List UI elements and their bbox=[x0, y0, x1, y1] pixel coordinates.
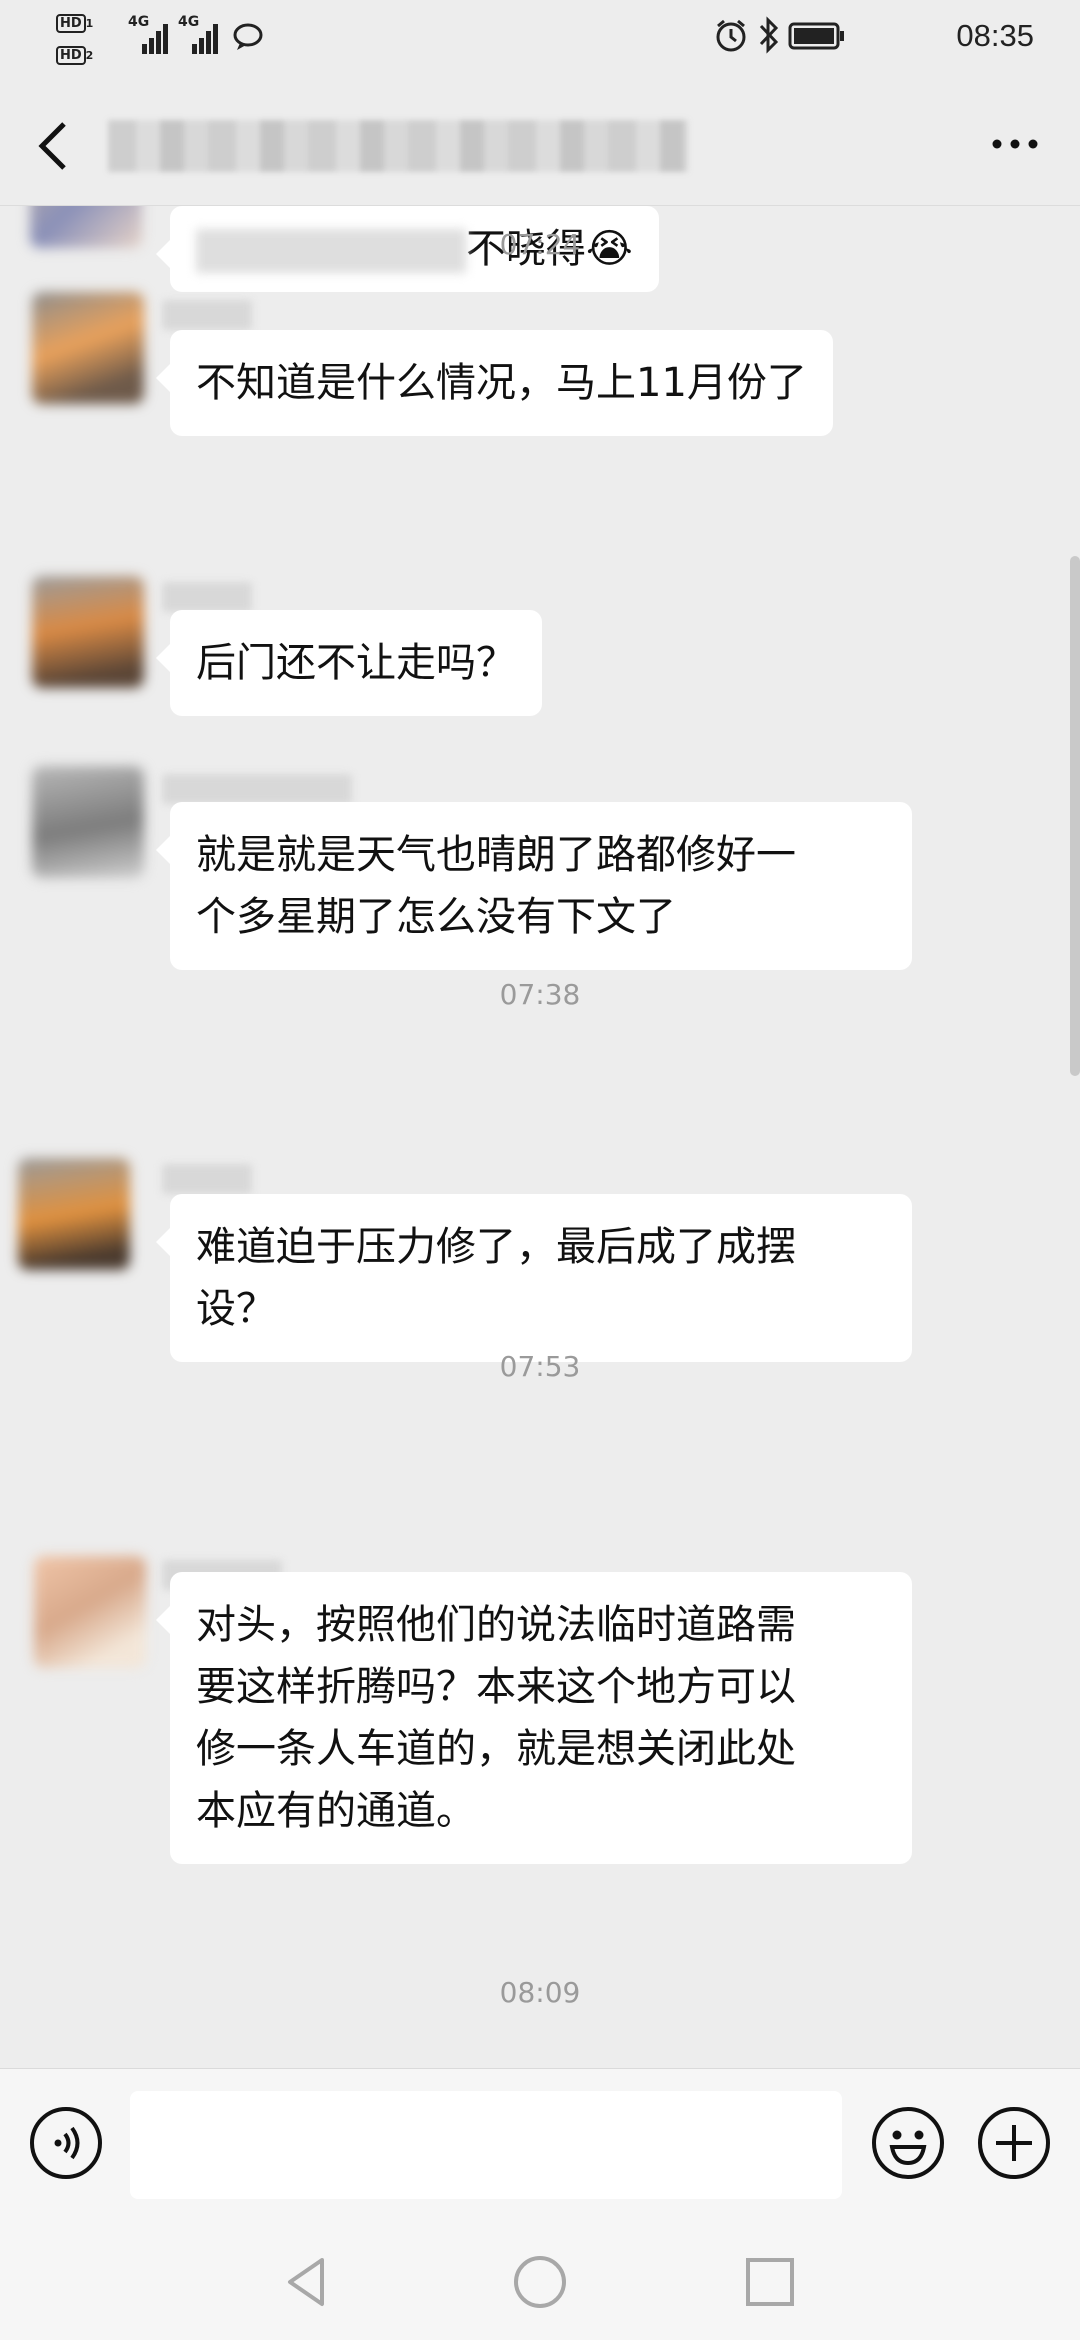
message-line: 难道迫于压力修了，最后成了成摆 bbox=[196, 1224, 796, 1270]
sender-name-blurred bbox=[162, 582, 252, 612]
message-bubble[interactable]: 后门还不让走吗？ bbox=[156, 610, 542, 716]
system-navigation-bar bbox=[0, 2220, 1080, 2340]
hd-badge-1: HD 1 bbox=[56, 10, 102, 34]
more-dots-icon bbox=[980, 139, 1050, 176]
voice-button[interactable] bbox=[28, 2105, 104, 2181]
avatar[interactable] bbox=[18, 1158, 130, 1270]
message-bubble[interactable]: 难道迫于压力修了，最后成了成摆 设？ bbox=[156, 1194, 912, 1362]
hd-index-2: 2 bbox=[85, 49, 94, 62]
avatar[interactable] bbox=[32, 766, 144, 878]
circle-home-icon bbox=[510, 2256, 570, 2316]
system-home-button[interactable] bbox=[510, 2252, 570, 2312]
avatar[interactable] bbox=[34, 1556, 146, 1668]
avatar[interactable] bbox=[32, 292, 144, 404]
message-line: 要这样折腾吗？本来这个地方可以 bbox=[196, 1664, 796, 1710]
sender-name-blurred bbox=[162, 300, 252, 330]
status-time: 08:35 bbox=[956, 18, 1034, 53]
message-line: 对头，按照他们的说法临时道路需 bbox=[196, 1602, 796, 1648]
message-text: 不知道是什么情况，马上11月份了 bbox=[196, 360, 807, 406]
status-bar: HD 1 HD 2 4G 4G 08:35 bbox=[0, 0, 1080, 80]
timestamp: 08:09 bbox=[499, 1976, 581, 2009]
more-functions-button[interactable] bbox=[976, 2105, 1052, 2181]
hd-label-1: HD bbox=[56, 14, 86, 33]
message-line: 本应有的通道。 bbox=[196, 1788, 476, 1834]
sender-name-blurred bbox=[162, 774, 352, 804]
hd-label-2: HD bbox=[56, 46, 86, 65]
bluetooth-icon bbox=[758, 16, 780, 58]
message-bubble[interactable]: 就是就是天气也晴朗了路都修好一 个多星期了怎么没有下文了 bbox=[156, 802, 912, 970]
chat-message-list[interactable]: 不晓得😭 07:24 不知道是什么情况，马上11月份了 后门还不让走吗？ 就是就… bbox=[0, 206, 1080, 2068]
square-recents-icon bbox=[740, 2258, 800, 2316]
back-button[interactable] bbox=[28, 110, 88, 174]
emoji-icon bbox=[870, 2107, 946, 2185]
plus-icon bbox=[976, 2107, 1052, 2185]
message-bubble[interactable]: 对头，按照他们的说法临时道路需 要这样折腾吗？本来这个地方可以 修一条人车道的，… bbox=[156, 1572, 912, 1864]
message-line: 个多星期了怎么没有下文了 bbox=[196, 894, 676, 940]
timestamp: 07:53 bbox=[499, 1350, 581, 1383]
more-options-button[interactable] bbox=[980, 116, 1050, 172]
timestamp: 07:38 bbox=[499, 978, 581, 1011]
message-input[interactable] bbox=[130, 2091, 842, 2199]
triangle-back-icon bbox=[278, 2258, 338, 2316]
hd-badge-2: HD 2 bbox=[56, 42, 102, 66]
sender-name-blurred bbox=[162, 1164, 252, 1194]
hd-index-1: 1 bbox=[85, 17, 94, 30]
message-line: 就是就是天气也晴朗了路都修好一 bbox=[196, 832, 796, 878]
chevron-left-icon bbox=[28, 122, 88, 178]
chat-header bbox=[0, 80, 1080, 206]
message-line: 设？ bbox=[196, 1286, 276, 1332]
chat-title-blurred bbox=[108, 120, 688, 172]
message-text: 后门还不让走吗？ bbox=[196, 640, 516, 686]
system-recents-button[interactable] bbox=[740, 2252, 800, 2312]
status-right: 08:35 bbox=[716, 14, 1034, 64]
message-line: 修一条人车道的，就是想关闭此处 bbox=[196, 1726, 796, 1772]
emoji-button[interactable] bbox=[870, 2105, 946, 2181]
avatar[interactable] bbox=[32, 576, 144, 688]
chat-bubble-status-icon bbox=[232, 22, 268, 56]
alarm-icon bbox=[714, 18, 748, 58]
voice-icon bbox=[28, 2107, 104, 2185]
timestamp: 07:24 bbox=[499, 228, 581, 261]
message-input-bar bbox=[0, 2068, 1080, 2220]
message-bubble[interactable]: 不知道是什么情况，马上11月份了 bbox=[156, 330, 833, 436]
system-back-button[interactable] bbox=[278, 2252, 338, 2312]
battery-icon bbox=[788, 22, 846, 54]
